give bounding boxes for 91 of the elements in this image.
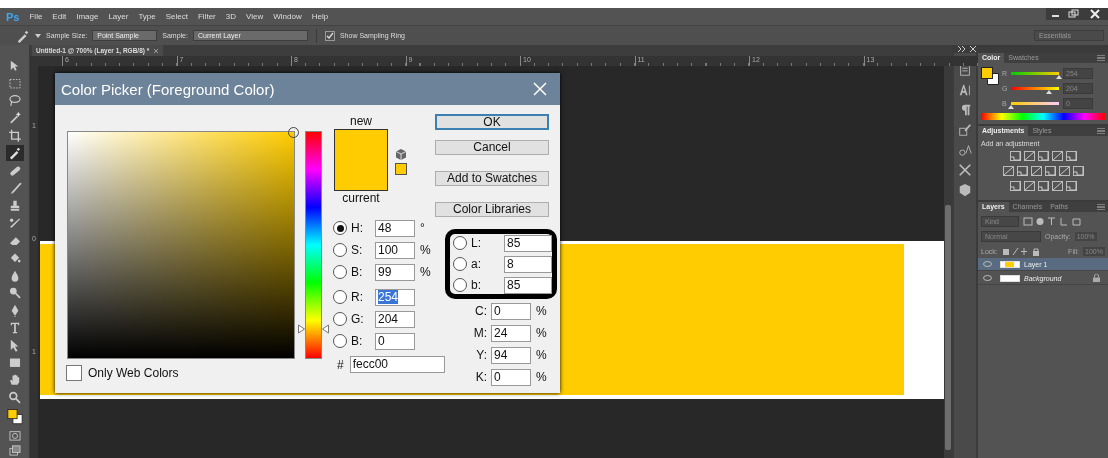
- layer-thumbnail: [1000, 274, 1020, 282]
- field-label: M:: [472, 326, 488, 340]
- hex-label: #: [337, 357, 344, 372]
- input-field[interactable]: 0: [491, 368, 531, 386]
- menu-item[interactable]: Window: [273, 12, 302, 21]
- dialog-button[interactable]: Add to Swatches: [435, 171, 549, 186]
- menu-item[interactable]: Filter: [198, 12, 216, 21]
- menu-item[interactable]: Type: [138, 12, 156, 21]
- input-field[interactable]: 254: [375, 288, 415, 306]
- new-color-swatch: [335, 130, 387, 160]
- cube-icon[interactable]: [958, 183, 972, 197]
- radio-button[interactable]: [453, 257, 467, 271]
- field-label: H:: [350, 221, 364, 235]
- scrollbar-thumb[interactable]: [945, 205, 951, 450]
- checkbox[interactable]: [324, 30, 335, 41]
- input-field[interactable]: 8: [503, 255, 552, 273]
- radio-button[interactable]: [333, 221, 347, 235]
- eyedropper-icon[interactable]: [16, 28, 30, 43]
- input-field[interactable]: 204: [375, 310, 415, 328]
- unit-label: %: [536, 348, 547, 362]
- radio-button[interactable]: [333, 334, 347, 348]
- color-field[interactable]: [67, 131, 295, 359]
- field-label: B:: [350, 334, 364, 348]
- character-icon[interactable]: [958, 83, 972, 97]
- current-label: current: [342, 191, 380, 206]
- eyedropper-icon[interactable]: [5, 145, 24, 161]
- dialog-button[interactable]: Cancel: [435, 140, 549, 155]
- menu-item[interactable]: Image: [76, 12, 99, 21]
- unit-label: %: [420, 265, 431, 279]
- layer-thumbnail: [1000, 260, 1020, 268]
- hue-slider[interactable]: [298, 131, 329, 359]
- menu-item[interactable]: View: [246, 12, 264, 21]
- field-label: C:: [474, 304, 488, 318]
- radio-button[interactable]: [333, 243, 347, 257]
- field-label: L:: [470, 236, 482, 250]
- checkbox-label: Only Web Colors: [88, 366, 179, 380]
- dialog-title: Color Picker (Foreground Color): [61, 80, 275, 98]
- menu-item[interactable]: Help: [311, 12, 329, 21]
- menu-item[interactable]: File: [29, 12, 43, 21]
- caret-icon[interactable]: [35, 32, 41, 39]
- app-logo: Ps: [6, 10, 20, 23]
- dialog-button[interactable]: Color Libraries: [435, 202, 549, 217]
- current-color-swatch[interactable]: [335, 160, 387, 190]
- color-swatches-icon[interactable]: [5, 409, 24, 425]
- new-label: new: [350, 114, 372, 129]
- radio-button[interactable]: [333, 290, 347, 304]
- field-label: R:: [350, 290, 364, 304]
- field-label: K:: [474, 370, 488, 384]
- input-field[interactable]: 99: [375, 263, 415, 281]
- unit-label: %: [536, 304, 547, 318]
- input-field[interactable]: 24: [491, 324, 531, 342]
- lock-options-icon[interactable]: [1001, 246, 1042, 256]
- input-field[interactable]: 100: [375, 241, 415, 259]
- field-label: Y:: [475, 348, 488, 362]
- hex-field[interactable]: fecc00: [349, 356, 445, 373]
- input-field[interactable]: 48: [375, 219, 415, 237]
- input-field[interactable]: 85: [503, 234, 552, 252]
- unit-label: %: [536, 326, 547, 340]
- checkbox[interactable]: [66, 365, 82, 381]
- menu-item[interactable]: Layer: [108, 12, 129, 21]
- unit-label: °: [420, 221, 425, 235]
- input-field[interactable]: 85: [503, 276, 552, 294]
- radio-button[interactable]: [453, 278, 467, 292]
- input-field[interactable]: 0: [491, 302, 531, 320]
- radio-button[interactable]: [333, 312, 347, 326]
- panel-menu-icon[interactable]: [1097, 55, 1105, 61]
- field-label: G:: [350, 312, 365, 326]
- color-swatches-icon[interactable]: [981, 67, 999, 85]
- input-field[interactable]: 94: [491, 346, 531, 364]
- cube-icon[interactable]: [396, 149, 406, 160]
- eye-icon[interactable]: [983, 275, 992, 281]
- close-icon[interactable]: [970, 46, 976, 52]
- panel-menu-icon[interactable]: [1097, 204, 1105, 210]
- unit-label: %: [420, 243, 431, 257]
- field-label: S:: [350, 243, 364, 257]
- dialog-button[interactable]: OK: [435, 114, 549, 130]
- unit-label: %: [536, 370, 547, 384]
- filter-icons[interactable]: [1023, 216, 1083, 226]
- radio-button[interactable]: [453, 236, 467, 250]
- color-spectrum[interactable]: [981, 113, 1105, 120]
- input-field[interactable]: 0: [375, 332, 415, 350]
- menu-item[interactable]: Edit: [52, 12, 67, 21]
- web-safe-swatch[interactable]: [395, 163, 407, 175]
- field-label: B:: [350, 265, 364, 279]
- radio-button[interactable]: [333, 265, 347, 279]
- field-label: a:: [470, 257, 482, 271]
- panel-menu-icon[interactable]: [1097, 128, 1105, 134]
- menu-item[interactable]: Select: [165, 12, 188, 21]
- menu-item[interactable]: 3D: [225, 12, 236, 21]
- collapse-icon[interactable]: [958, 46, 966, 52]
- field-label: b:: [470, 278, 482, 292]
